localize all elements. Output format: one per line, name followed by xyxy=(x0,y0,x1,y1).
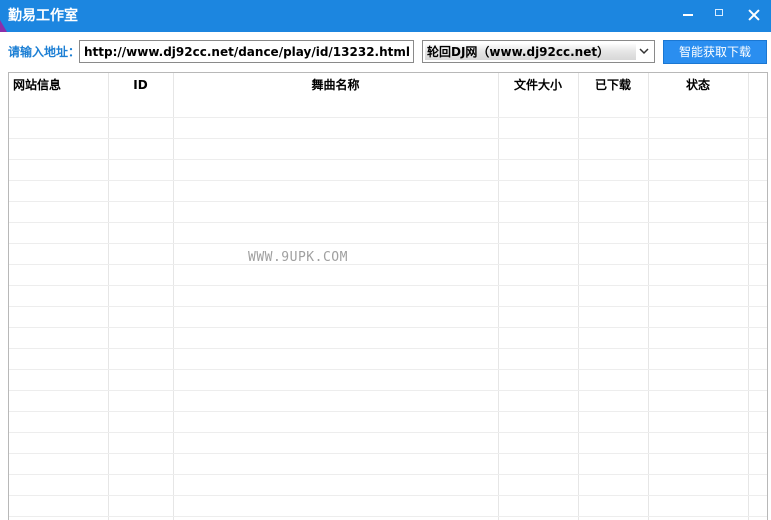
table-row[interactable] xyxy=(9,391,767,412)
close-button[interactable] xyxy=(738,0,770,30)
table-row[interactable] xyxy=(9,202,767,223)
minimize-button[interactable] xyxy=(672,0,704,30)
column-header-id[interactable]: ID xyxy=(108,73,173,97)
table-row[interactable] xyxy=(9,223,767,244)
table-row[interactable] xyxy=(9,307,767,328)
column-header-site[interactable]: 网站信息 xyxy=(13,73,108,97)
title-bar: 勤易工作室 xyxy=(0,0,771,32)
table-row[interactable] xyxy=(9,412,767,433)
window-title: 勤易工作室 xyxy=(8,8,78,24)
title-corner-accent xyxy=(0,20,7,32)
watermark: WWW.9UPK.COM xyxy=(248,250,348,265)
table-row[interactable] xyxy=(9,349,767,370)
site-select[interactable]: 轮回DJ网（www.dj92cc.net） xyxy=(422,40,655,63)
table-row[interactable] xyxy=(9,454,767,475)
download-table: 网站信息 ID 舞曲名称 文件大小 已下载 状态 xyxy=(8,72,768,520)
table-row[interactable] xyxy=(9,286,767,307)
smart-download-button[interactable]: 智能获取下载 xyxy=(663,40,767,64)
maximize-icon xyxy=(715,9,723,16)
table-body xyxy=(9,97,767,517)
table-row[interactable] xyxy=(9,328,767,349)
table-row[interactable] xyxy=(9,244,767,265)
table-row[interactable] xyxy=(9,181,767,202)
table-row[interactable] xyxy=(9,160,767,181)
table-header: 网站信息 ID 舞曲名称 文件大小 已下载 状态 xyxy=(9,73,767,97)
site-select-value: 轮回DJ网（www.dj92cc.net） xyxy=(427,45,610,59)
table-row[interactable] xyxy=(9,265,767,286)
url-input[interactable] xyxy=(79,40,414,63)
column-header-status[interactable]: 状态 xyxy=(648,73,748,97)
table-row[interactable] xyxy=(9,370,767,391)
column-header-file-size[interactable]: 文件大小 xyxy=(498,73,578,97)
table-row[interactable] xyxy=(9,496,767,517)
chevron-down-icon xyxy=(639,48,649,55)
minimize-icon xyxy=(683,14,693,16)
url-label: 请输入地址： xyxy=(8,45,81,59)
table-row[interactable] xyxy=(9,118,767,139)
column-header-downloaded[interactable]: 已下载 xyxy=(578,73,648,97)
table-row[interactable] xyxy=(9,475,767,496)
column-header-track-name[interactable]: 舞曲名称 xyxy=(173,73,498,97)
table-row[interactable] xyxy=(9,433,767,454)
table-row[interactable] xyxy=(9,97,767,118)
maximize-button[interactable] xyxy=(704,0,736,30)
table-row[interactable] xyxy=(9,139,767,160)
